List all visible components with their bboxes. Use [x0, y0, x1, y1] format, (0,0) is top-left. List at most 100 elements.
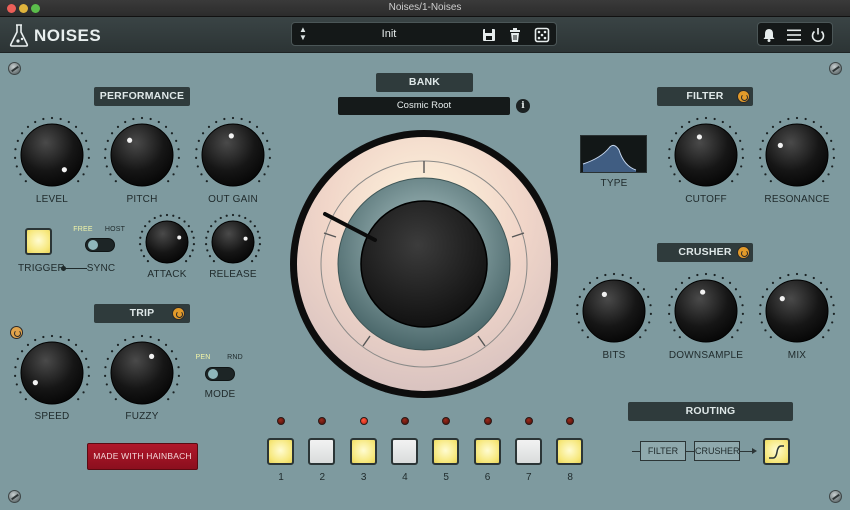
resonance-label: RESONANCE	[764, 194, 830, 205]
routing-filter-box[interactable]: FILTER	[640, 441, 686, 461]
step-led	[400, 417, 409, 425]
pitch-label: PITCH	[126, 194, 158, 205]
menu-icon[interactable]	[785, 26, 803, 44]
fuzzy-label: FUZZY	[125, 411, 159, 422]
bank-big-knob[interactable]	[288, 128, 560, 400]
pitch-knob[interactable]	[101, 114, 183, 196]
routing-line	[632, 451, 640, 452]
logo-text: NOISES	[34, 26, 102, 45]
bell-icon[interactable]	[760, 26, 778, 44]
speed-label: SPEED	[34, 411, 70, 422]
step-pad[interactable]	[432, 438, 460, 465]
screw	[8, 62, 21, 75]
filter-type-label: TYPE	[600, 178, 628, 189]
save-icon[interactable]	[480, 26, 498, 44]
window-title: Noises/1-Noises	[388, 2, 462, 13]
trigger-label: TRIGGER	[18, 263, 65, 274]
sync-toggle[interactable]	[85, 238, 115, 252]
step-pad[interactable]	[473, 438, 501, 465]
filter-curve-icon	[582, 144, 637, 172]
step-pad[interactable]	[308, 438, 336, 465]
routing-swap-button[interactable]	[763, 438, 790, 465]
step-led	[524, 417, 533, 425]
trigger-button[interactable]	[25, 228, 52, 255]
step-number: 5	[443, 472, 449, 483]
bits-label: BITS	[602, 350, 626, 361]
speed-knob[interactable]	[11, 332, 93, 414]
crusher-title: CRUSHER	[678, 246, 732, 258]
crusher-power-icon[interactable]	[737, 246, 750, 259]
step-led	[277, 417, 285, 425]
step-led	[359, 417, 368, 425]
sync-label: SYNC	[86, 263, 116, 274]
routing-arrow-icon	[752, 448, 757, 454]
step-number: 4	[402, 472, 408, 483]
routing-curve-icon	[769, 445, 784, 459]
toggle-thumb	[88, 240, 98, 250]
trip-title: TRIP	[129, 307, 155, 319]
window-titlebar: Noises/1-Noises	[0, 0, 850, 17]
cutoff-knob[interactable]	[665, 114, 747, 196]
info-icon[interactable]: i	[516, 99, 530, 113]
step-number: 8	[567, 472, 573, 483]
power-icon[interactable]	[809, 26, 827, 44]
mix-label: MIX	[787, 350, 807, 361]
preset-selector[interactable]: ▲ ▼ Init	[291, 22, 557, 46]
attack-knob[interactable]	[136, 211, 198, 273]
step-pad[interactable]	[349, 438, 377, 465]
bits-knob[interactable]	[573, 270, 655, 352]
level-knob[interactable]	[11, 114, 93, 196]
mode-label: MODE	[204, 389, 236, 400]
release-label: RELEASE	[209, 269, 257, 280]
trigger-sync-connector	[63, 268, 87, 269]
routing-crusher-box[interactable]: CRUSHER	[694, 441, 740, 461]
mode-pen-option: PEN	[195, 354, 211, 361]
up-down-arrows-icon[interactable]: ▲ ▼	[296, 26, 310, 42]
performance-section-label: PERFORMANCE	[94, 87, 190, 106]
step-number: 1	[278, 472, 284, 483]
step-number: 7	[526, 472, 532, 483]
step-number: 6	[484, 472, 491, 483]
plugin-header: NOISES ▲ ▼ Init	[0, 17, 850, 53]
dice-icon[interactable]	[533, 26, 551, 44]
step-pad[interactable]	[390, 438, 418, 465]
screw	[829, 490, 842, 503]
release-knob[interactable]	[202, 211, 264, 273]
sync-host-option: HOST	[104, 226, 126, 233]
mode-toggle[interactable]	[205, 367, 235, 381]
out-gain-label: OUT GAIN	[208, 194, 258, 205]
downsample-knob[interactable]	[665, 270, 747, 352]
step-pad[interactable]	[514, 438, 542, 465]
utility-buttons	[757, 22, 833, 46]
filter-title: FILTER	[686, 90, 724, 102]
connector-dot	[61, 266, 66, 271]
bank-selector[interactable]: Cosmic Root	[338, 97, 510, 115]
downsample-label: DOWNSAMPLE	[668, 350, 744, 361]
level-label: LEVEL	[35, 194, 69, 205]
preset-name[interactable]: Init	[312, 28, 466, 40]
resonance-knob[interactable]	[756, 114, 838, 196]
step-number: 3	[360, 472, 367, 483]
bank-section-label: BANK	[376, 73, 473, 92]
out-gain-knob[interactable]	[192, 114, 274, 196]
mode-rnd-option: RND	[227, 354, 243, 361]
cutoff-label: CUTOFF	[685, 194, 727, 205]
trash-icon[interactable]	[506, 26, 524, 44]
routing-line	[686, 451, 694, 452]
mix-knob[interactable]	[756, 270, 838, 352]
step-number: 2	[319, 472, 326, 483]
attack-label: ATTACK	[147, 269, 187, 280]
step-led	[483, 417, 492, 425]
step-pad[interactable]	[267, 438, 294, 465]
sync-free-option: FREE	[73, 226, 93, 233]
step-pad[interactable]	[556, 438, 584, 465]
screw	[829, 62, 842, 75]
screw	[8, 490, 21, 503]
trip-power-icon[interactable]	[172, 307, 185, 320]
filter-power-icon[interactable]	[737, 90, 750, 103]
toggle-thumb	[208, 369, 218, 379]
filter-type-display[interactable]	[580, 135, 647, 173]
made-with-hainbach-button[interactable]: MADE WITH HAINBACH	[87, 443, 198, 470]
routing-section-label: ROUTING	[628, 402, 793, 421]
fuzzy-knob[interactable]	[101, 332, 183, 414]
